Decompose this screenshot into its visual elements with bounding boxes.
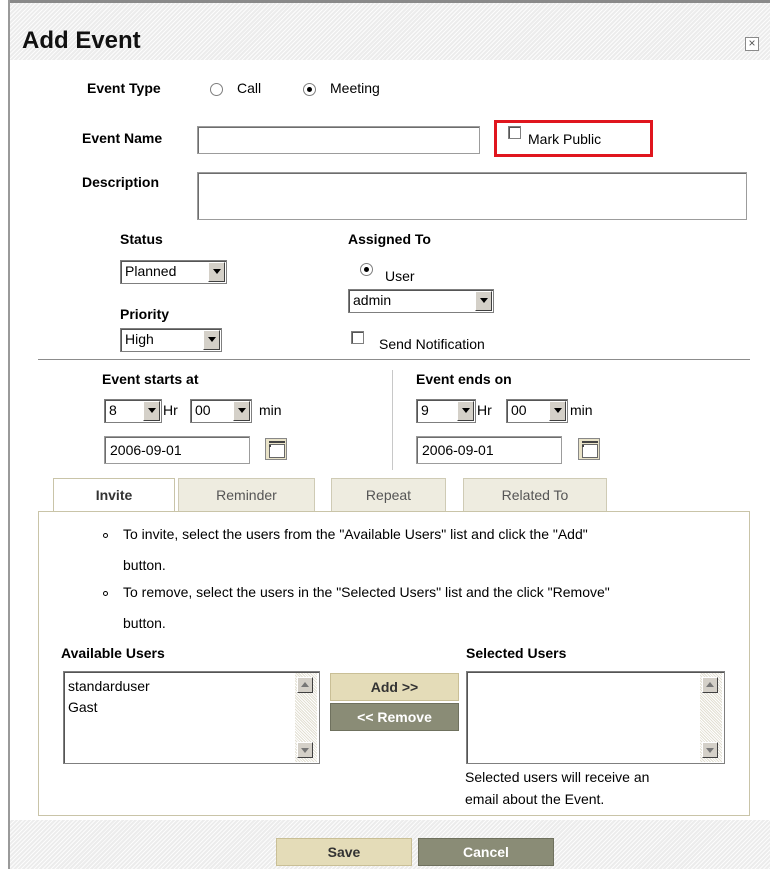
instruction-1-line2: button. [123,557,166,573]
end-hour-select[interactable]: 9 [416,399,476,423]
start-min-label: min [259,402,282,418]
event-type-label: Event Type [87,80,161,96]
event-type-call-radio[interactable] [210,83,223,96]
date-divider [392,370,393,470]
section-divider [38,359,750,360]
priority-selected-value: High [125,331,154,347]
bullet-icon [103,591,108,596]
status-label: Status [120,231,163,247]
start-hour-select[interactable]: 8 [104,399,162,423]
event-type-call-label[interactable]: Call [237,80,261,96]
instruction-2-line2: button. [123,615,166,631]
assigned-user-select[interactable]: admin [348,289,494,313]
assigned-to-label: Assigned To [348,231,431,247]
status-selected-value: Planned [125,263,177,279]
dialog-body: Event Type Call Meeting Event Name Mark … [10,60,770,820]
start-minute-select[interactable]: 00 [190,399,252,423]
end-min-label: min [570,402,593,418]
close-icon[interactable]: × [745,37,759,51]
invite-panel: To invite, select the users from the "Av… [38,511,750,816]
remove-button[interactable]: << Remove [330,703,459,731]
chevron-down-icon[interactable] [208,262,225,282]
chevron-down-icon[interactable] [475,291,492,311]
chevron-down-icon[interactable] [549,401,566,421]
chevron-down-icon[interactable] [457,401,474,421]
selected-users-list[interactable] [466,671,725,764]
scroll-down-icon[interactable] [297,742,313,758]
scrollbar[interactable] [295,673,317,762]
instruction-2-line1: To remove, select the users in the "Sele… [123,584,610,600]
start-minute-value: 00 [195,402,211,418]
end-date-input[interactable]: 2006-09-01 [416,436,562,464]
scroll-up-icon[interactable] [702,677,718,693]
priority-label: Priority [120,306,170,322]
end-minute-select[interactable]: 00 [506,399,568,423]
status-select[interactable]: Planned [120,260,227,284]
selected-users-note-line1: Selected users will receive an [465,769,650,785]
chevron-down-icon[interactable] [233,401,250,421]
scroll-up-icon[interactable] [297,677,313,693]
event-type-meeting-radio[interactable] [303,83,316,96]
end-hour-value: 9 [421,402,429,418]
bullet-icon [103,533,108,538]
list-item[interactable]: Gast [68,699,98,715]
tab-repeat[interactable]: Repeat [331,478,446,512]
dialog-titlebar: Add Event × [10,0,770,60]
scroll-down-icon[interactable] [702,742,718,758]
calendar-icon[interactable] [265,438,287,460]
end-minute-value: 00 [511,402,527,418]
send-notification-checkbox[interactable] [351,331,364,344]
chevron-down-icon[interactable] [203,330,220,350]
add-button[interactable]: Add >> [330,673,459,701]
starts-label: Event starts at [102,371,199,387]
description-textarea[interactable] [197,172,747,220]
available-users-label: Available Users [61,645,165,661]
tab-reminder[interactable]: Reminder [178,478,315,512]
event-name-input[interactable] [197,126,480,154]
send-notification-label[interactable]: Send Notification [379,336,485,352]
assigned-user-selected-value: admin [353,292,392,308]
start-hour-value: 8 [109,402,117,418]
assigned-user-label[interactable]: User [385,268,415,284]
start-date-input[interactable]: 2006-09-01 [104,436,250,464]
ends-label: Event ends on [416,371,512,387]
calendar-icon[interactable] [578,438,600,460]
selected-users-label: Selected Users [466,645,567,661]
assigned-user-radio[interactable] [360,263,373,276]
priority-select[interactable]: High [120,328,222,352]
add-event-dialog: Add Event × Event Type Call Meeting Even… [8,0,770,869]
available-users-list[interactable]: standarduser Gast [63,671,320,764]
save-button[interactable]: Save [276,838,412,866]
mark-public-label[interactable]: Mark Public [528,131,601,147]
event-name-label: Event Name [82,130,163,146]
list-item[interactable]: standarduser [68,678,150,694]
end-hr-label: Hr [477,402,492,418]
scrollbar[interactable] [700,673,722,762]
chevron-down-icon[interactable] [143,401,160,421]
selected-users-note-line2: email about the Event. [465,791,605,807]
description-label: Description [82,174,160,190]
cancel-button[interactable]: Cancel [418,838,554,866]
tab-related-to[interactable]: Related To [463,478,607,512]
tab-invite[interactable]: Invite [53,478,175,512]
instruction-1-line1: To invite, select the users from the "Av… [123,526,588,542]
dialog-title: Add Event [22,27,141,54]
mark-public-checkbox[interactable] [508,126,521,139]
event-type-meeting-label[interactable]: Meeting [330,80,380,96]
dialog-footer: Save Cancel [10,820,770,869]
start-hr-label: Hr [163,402,178,418]
